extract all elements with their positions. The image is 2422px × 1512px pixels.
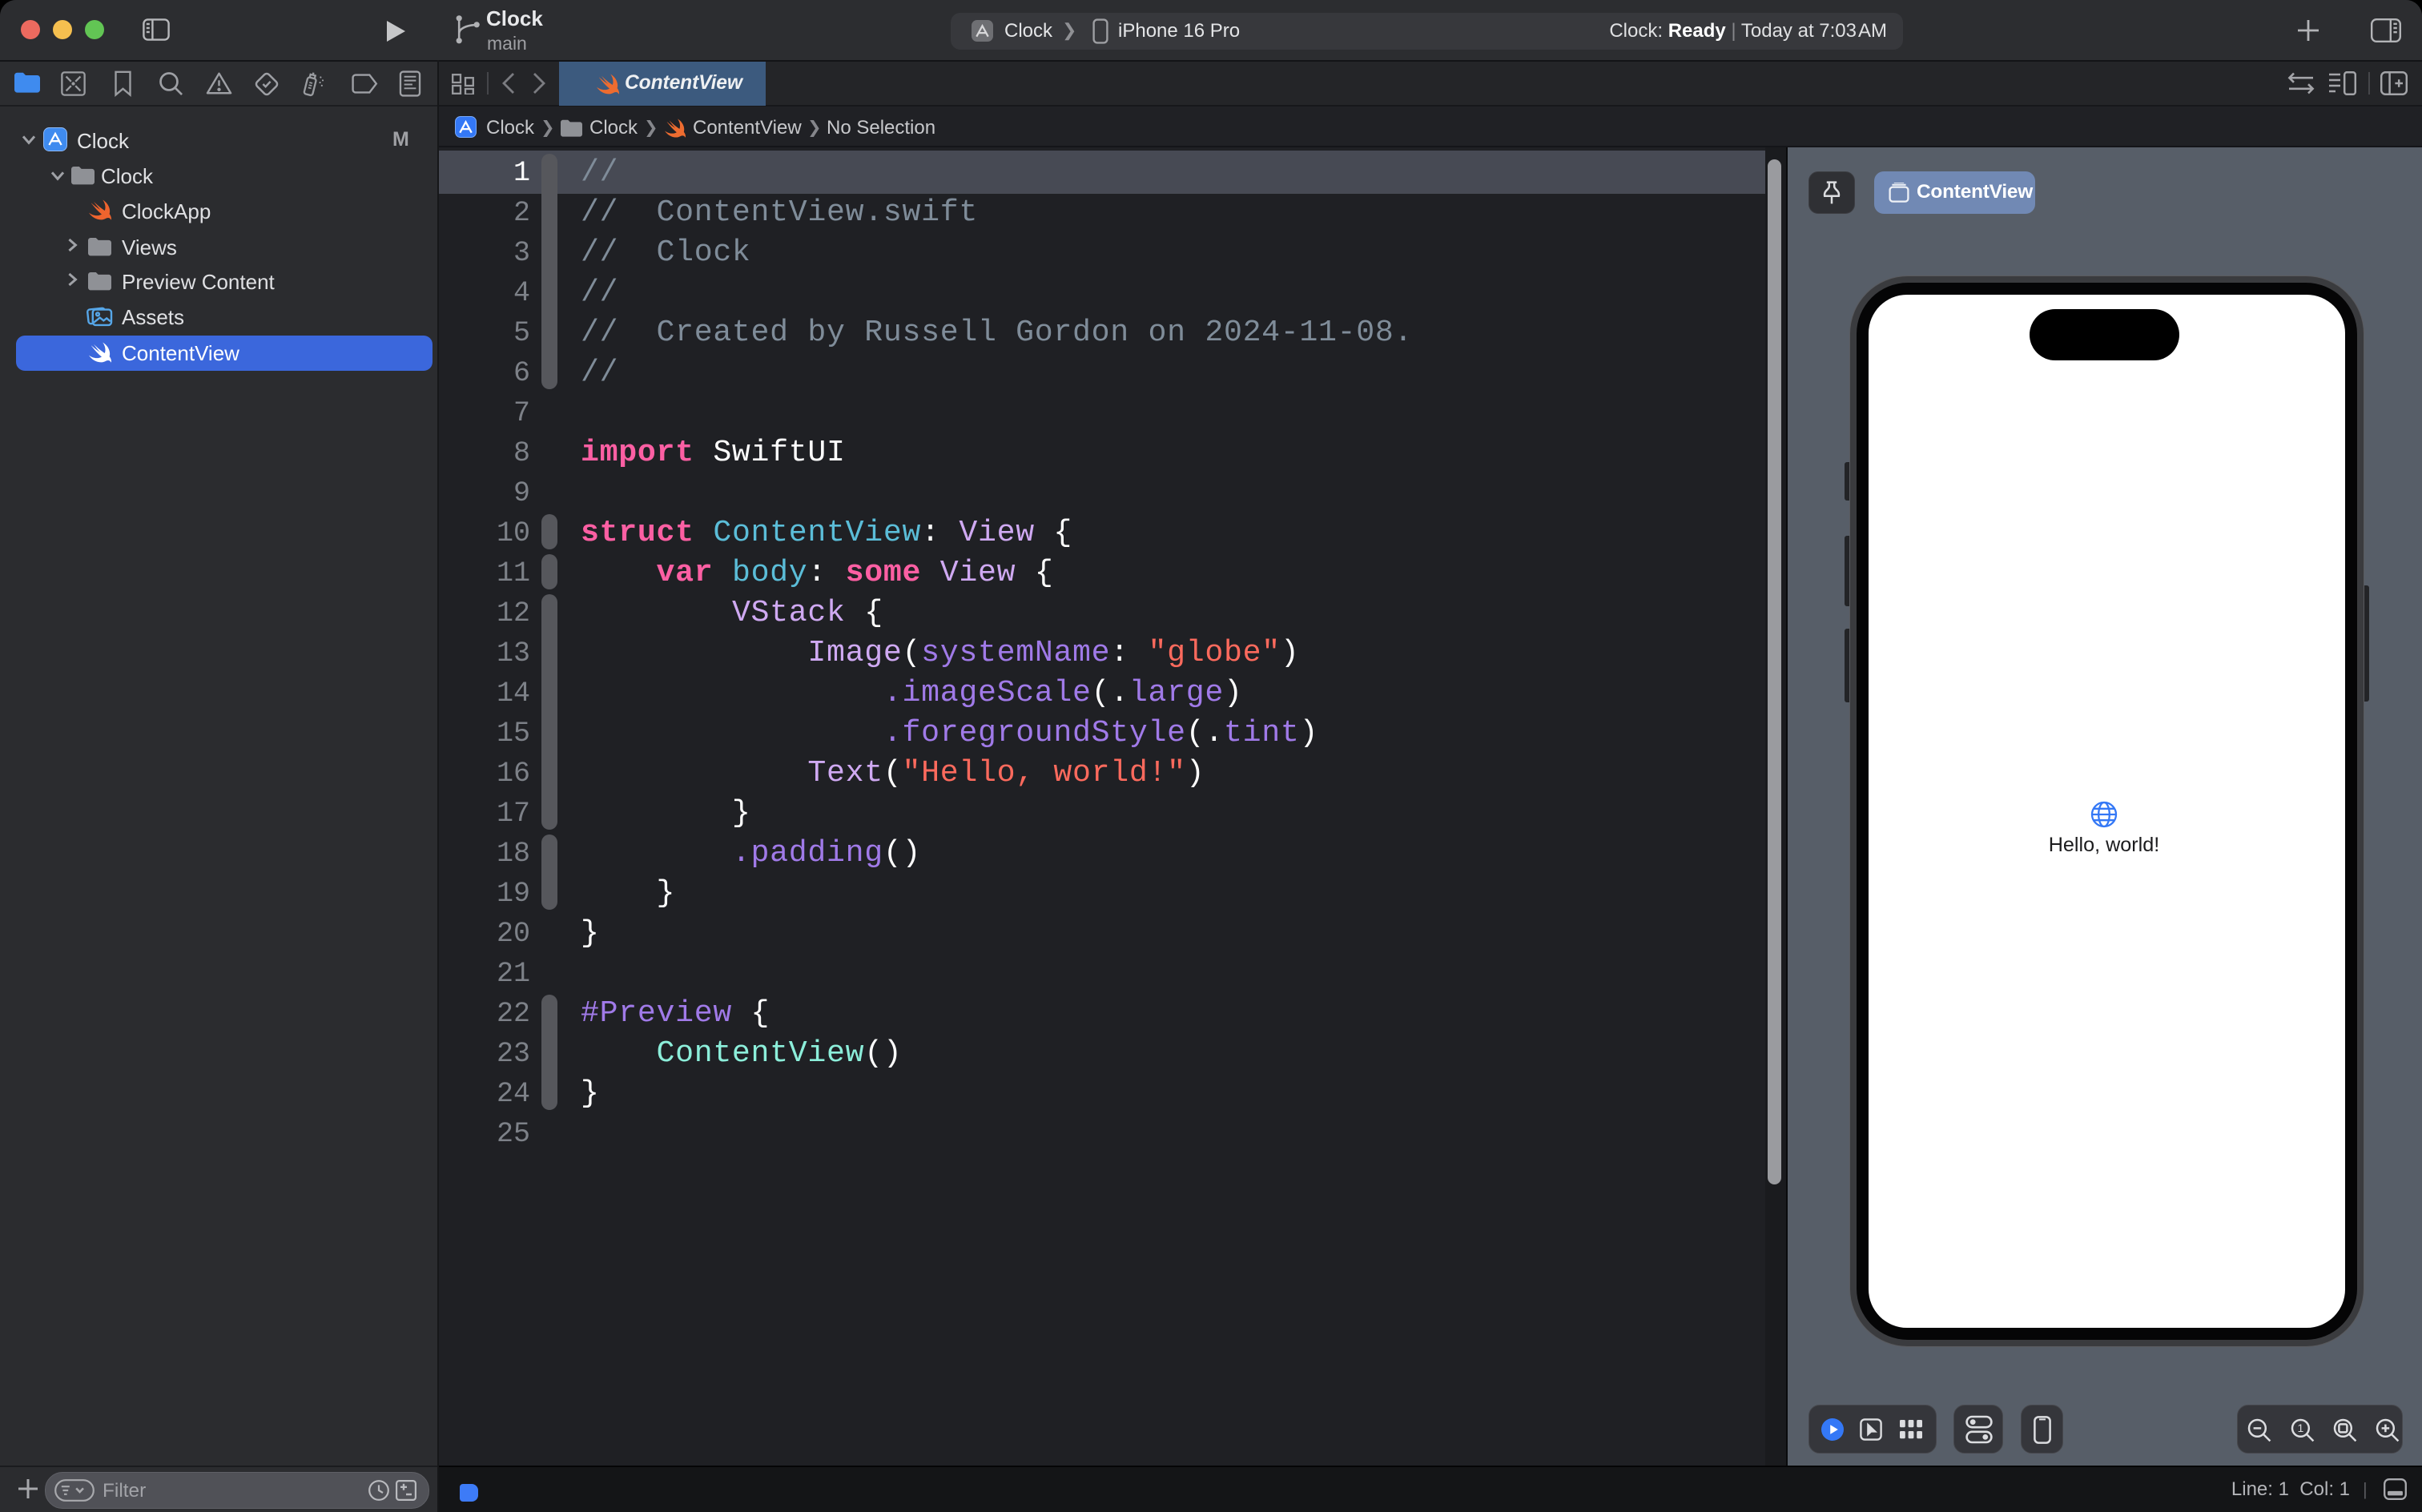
- svg-text:1: 1: [2298, 1422, 2304, 1434]
